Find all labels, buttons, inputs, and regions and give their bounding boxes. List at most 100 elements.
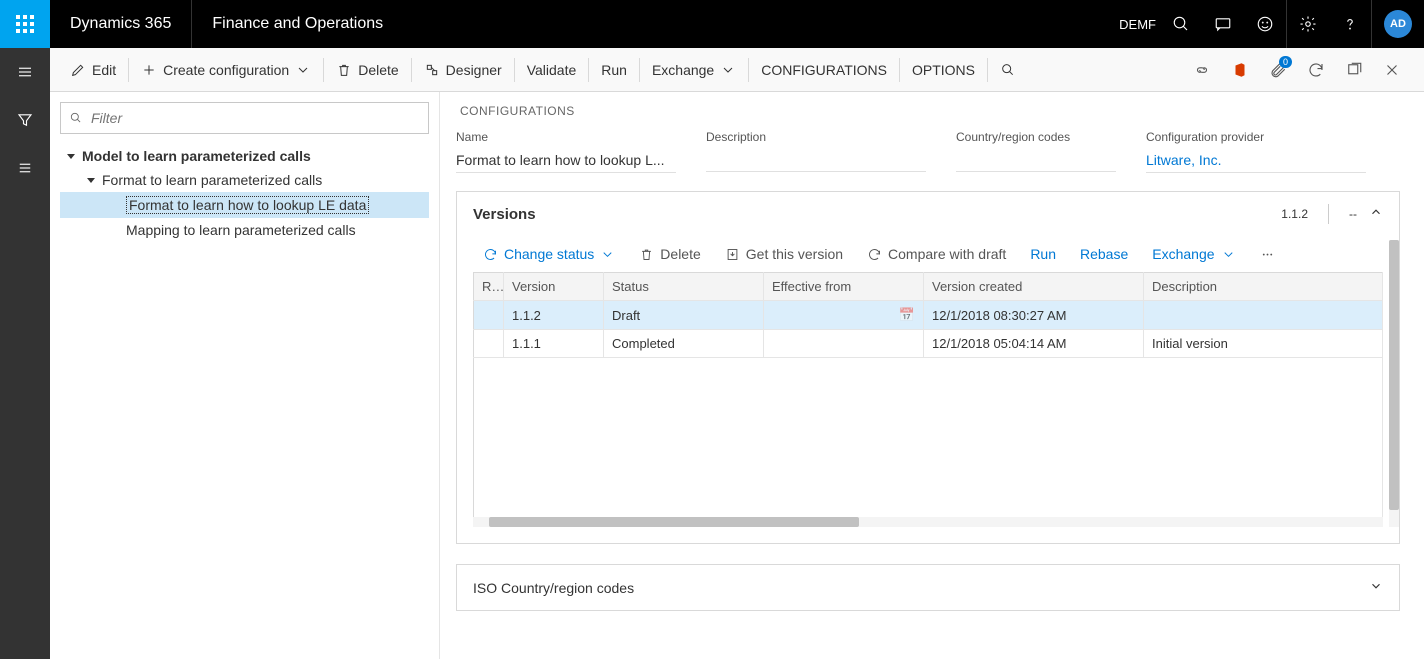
feedback-button[interactable] [1244, 0, 1286, 48]
messages-button[interactable] [1202, 0, 1244, 48]
popout-button[interactable] [1338, 54, 1370, 86]
delete-button[interactable]: Delete [324, 48, 410, 92]
caret-down-icon [86, 175, 96, 185]
card-header[interactable]: ISO Country/region codes [457, 565, 1399, 610]
col-created[interactable]: Version created [924, 273, 1144, 301]
tree-child[interactable]: Format to learn parameterized calls [60, 168, 429, 192]
action-search-button[interactable] [988, 48, 1028, 92]
col-description[interactable]: Description [1144, 273, 1383, 301]
card-title: Versions [473, 206, 536, 223]
change-status-button[interactable]: Change status [473, 242, 625, 266]
refresh-button[interactable] [1300, 54, 1332, 86]
plus-icon [141, 62, 157, 78]
card-title: ISO Country/region codes [473, 580, 634, 596]
link-icon-button[interactable] [1186, 54, 1218, 86]
nav-menu-button[interactable] [0, 48, 50, 96]
tree-leaf-selected[interactable]: Format to learn how to lookup LE data [60, 192, 429, 218]
table-row[interactable]: 1.1.1 Completed 12/1/2018 05:04:14 AM In… [474, 330, 1383, 358]
tree-label: Format to learn parameterized calls [102, 172, 322, 188]
exchange-button[interactable]: Exchange [640, 48, 748, 92]
edit-button[interactable]: Edit [58, 48, 128, 92]
versions-card: Versions 1.1.2 -- Change status Delete G… [456, 191, 1400, 544]
cell-status[interactable]: Completed [604, 330, 764, 358]
card-header[interactable]: Versions 1.1.2 -- [457, 192, 1399, 236]
cell-created[interactable]: 12/1/2018 08:30:27 AM [924, 301, 1144, 330]
filter-input[interactable] [91, 110, 420, 126]
field-value[interactable] [706, 148, 926, 172]
search-icon [1172, 15, 1190, 33]
help-button[interactable] [1329, 0, 1371, 48]
topbar-right: DEMF AD [1107, 0, 1424, 48]
field-label: Country/region codes [956, 130, 1116, 144]
get-version-button[interactable]: Get this version [715, 242, 853, 266]
version-exchange-button[interactable]: Exchange [1142, 242, 1245, 266]
grid-horizontal-scrollbar[interactable] [473, 517, 1383, 527]
action-bar: Edit Create configuration Delete Designe… [50, 48, 1424, 92]
create-configuration-button[interactable]: Create configuration [129, 48, 323, 92]
app-launcher-button[interactable] [0, 0, 50, 48]
chat-icon [1214, 15, 1232, 33]
avatar-initials: AD [1384, 10, 1412, 38]
version-delete-button[interactable]: Delete [629, 242, 710, 266]
search-icon [1000, 62, 1016, 78]
cell-version[interactable]: 1.1.1 [504, 330, 604, 358]
attachments-button[interactable]: 0 [1262, 54, 1294, 86]
rebase-button[interactable]: Rebase [1070, 242, 1138, 266]
cell-effective[interactable] [764, 330, 924, 358]
gear-icon [1299, 15, 1317, 33]
provider-link[interactable]: Litware, Inc. [1146, 148, 1366, 173]
attachments-count: 0 [1279, 56, 1292, 68]
search-button[interactable] [1160, 0, 1202, 48]
company-code[interactable]: DEMF [1107, 0, 1160, 48]
configuration-tree: Model to learn parameterized calls Forma… [60, 144, 429, 242]
col-version[interactable]: Version [504, 273, 604, 301]
close-button[interactable] [1376, 54, 1408, 86]
refresh-icon [1307, 61, 1325, 79]
cell-effective[interactable]: 📅 [764, 301, 924, 330]
options-tab[interactable]: OPTIONS [900, 48, 987, 92]
designer-button[interactable]: Designer [412, 48, 514, 92]
run-label: Run [601, 62, 627, 78]
chevron-down-icon [720, 62, 736, 78]
exchange-label: Exchange [652, 62, 714, 78]
calendar-icon[interactable]: 📅 [899, 307, 915, 323]
collapse-toggle[interactable] [1369, 205, 1383, 223]
configurations-tab[interactable]: CONFIGURATIONS [749, 48, 899, 92]
help-icon [1341, 15, 1359, 33]
field-label: Configuration provider [1146, 130, 1366, 144]
col-effective[interactable]: Effective from [764, 273, 924, 301]
cell-description[interactable]: Initial version [1144, 330, 1383, 358]
cell-created[interactable]: 12/1/2018 05:04:14 AM [924, 330, 1144, 358]
expand-toggle[interactable] [1369, 579, 1383, 596]
designer-icon [424, 62, 440, 78]
version-exchange-label: Exchange [1152, 246, 1214, 262]
tree-root[interactable]: Model to learn parameterized calls [60, 144, 429, 168]
detail-pane: CONFIGURATIONS Name Format to learn how … [440, 92, 1424, 659]
list-pane-button[interactable] [0, 144, 50, 192]
col-status[interactable]: Status [604, 273, 764, 301]
filter-pane-button[interactable] [0, 96, 50, 144]
field-value[interactable] [956, 148, 1116, 172]
menu-icon [16, 63, 34, 81]
field-value[interactable]: Format to learn how to lookup L... [456, 148, 676, 173]
cell-status[interactable]: Draft [604, 301, 764, 330]
user-avatar[interactable]: AD [1372, 0, 1424, 48]
chevron-down-icon [295, 62, 311, 78]
version-run-button[interactable]: Run [1020, 242, 1066, 266]
cell-version[interactable]: 1.1.2 [504, 301, 604, 330]
cell-description[interactable] [1144, 301, 1383, 330]
card-vertical-scrollbar[interactable] [1389, 240, 1399, 527]
more-actions-button[interactable] [1250, 243, 1285, 266]
get-version-label: Get this version [746, 246, 843, 262]
tree-leaf[interactable]: Mapping to learn parameterized calls [60, 218, 429, 242]
section-title: CONFIGURATIONS [460, 104, 1400, 118]
settings-button[interactable] [1287, 0, 1329, 48]
validate-label: Validate [527, 62, 577, 78]
validate-button[interactable]: Validate [515, 48, 589, 92]
office-button[interactable] [1224, 54, 1256, 86]
compare-button[interactable]: Compare with draft [857, 242, 1016, 266]
table-row[interactable]: 1.1.2 Draft 📅 12/1/2018 08:30:27 AM [474, 301, 1383, 330]
filter-box[interactable] [60, 102, 429, 134]
run-button[interactable]: Run [589, 48, 639, 92]
col-select[interactable]: R... [474, 273, 504, 301]
